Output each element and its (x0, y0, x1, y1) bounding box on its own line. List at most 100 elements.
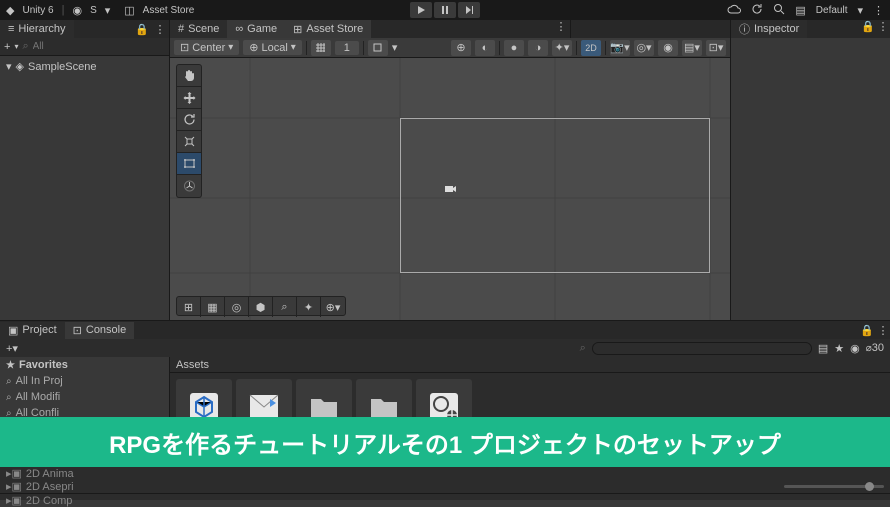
kebab-icon[interactable]: ⋮ (873, 4, 884, 17)
tab-project[interactable]: ▣ Project (0, 322, 65, 339)
snap-toggle[interactable] (368, 40, 388, 56)
layout-dropdown[interactable]: Default (816, 5, 848, 16)
space-dropdown[interactable]: ⊕Local▾ (243, 40, 302, 55)
folder-item[interactable]: 2D Anima (26, 468, 74, 480)
rotate-tool[interactable] (177, 109, 201, 131)
audio-toggle[interactable]: ◑ (528, 40, 548, 56)
project-search-input[interactable] (592, 342, 812, 355)
overlay-btn-4[interactable]: ⬢ (249, 297, 273, 317)
divider: | (62, 4, 65, 16)
overlay-btn-7[interactable]: ⊕▾ (321, 297, 345, 317)
draw-mode[interactable]: ⊕ (451, 40, 471, 56)
overlay-btn-3[interactable]: ◎ (225, 297, 249, 317)
folder-icon: ▣ (8, 324, 18, 337)
folder-icon: ▸▣ (6, 480, 22, 493)
fav-item[interactable]: ⌕ All Modifi (0, 389, 169, 405)
tab-label: Asset Store (306, 23, 363, 35)
hierarchy-icon: ≡ (8, 23, 14, 35)
kebab-icon[interactable]: ⋮ (876, 324, 890, 337)
chevron-down-icon: ▾ (14, 42, 18, 51)
tab-label: Console (86, 324, 126, 336)
foldout-icon[interactable]: ▾ (6, 60, 12, 73)
hierarchy-label: Hierarchy (18, 23, 65, 35)
account-icon[interactable]: ◉ (72, 4, 82, 17)
search-icon: ⌕ (22, 40, 28, 53)
footer-strip: ▸▣2D Anima ▸▣2D Asepri ▸▣2D Comp (0, 467, 890, 500)
fx-toggle[interactable]: ✦▾ (552, 40, 572, 56)
plus-icon[interactable]: + (4, 41, 10, 53)
tab-scene[interactable]: # Scene (170, 20, 227, 38)
pivot-icon: ⊡ (180, 41, 189, 54)
camera-icon[interactable]: 📷▾ (610, 40, 630, 56)
folder-item[interactable]: 2D Comp (26, 495, 72, 507)
kebab-icon[interactable]: ⋮ (876, 20, 890, 38)
camera-gizmo-icon[interactable] (443, 182, 457, 196)
tab-label: Project (22, 324, 56, 336)
folder-icon: ▸▣ (6, 494, 22, 507)
overlay-btn-1[interactable]: ⊞ (177, 297, 201, 317)
unity-scene-icon: ◈ (16, 60, 24, 73)
asset-size-slider[interactable] (784, 485, 884, 488)
grid-value[interactable]: 1 (335, 41, 359, 55)
tab-asset-store[interactable]: ⊞Asset Store (285, 20, 371, 38)
hierarchy-panel: ≡ Hierarchy 🔒 ⋮ + ▾ ⌕ ▾ ◈ SampleScene (0, 20, 170, 320)
favorites-header[interactable]: ★ Favorites (0, 357, 169, 373)
pause-button[interactable] (434, 2, 456, 18)
favorite-icon[interactable]: ★ (834, 342, 844, 355)
layers-icon[interactable]: ▤▾ (682, 40, 702, 56)
overlay-btn-2[interactable]: ▦ (201, 297, 225, 317)
search-icon[interactable] (773, 3, 785, 18)
fav-item[interactable]: ⌕ All In Proj (0, 373, 169, 389)
folder-icon: ▸▣ (6, 467, 22, 480)
hidden-icon[interactable]: ◉ (850, 342, 860, 355)
tool-palette (176, 64, 202, 198)
visibility-icon[interactable]: ◉ (658, 40, 678, 56)
grid-toggle[interactable] (311, 40, 331, 56)
overlay-toolbar: ⊞ ▦ ◎ ⬢ ⌕ ✦ ⊕▾ (176, 296, 346, 316)
overlay-btn-6[interactable]: ✦ (297, 297, 321, 317)
account-dropdown[interactable]: S (90, 5, 97, 16)
hierarchy-search[interactable]: + ▾ ⌕ (0, 38, 169, 56)
game-icon: ∞ (235, 23, 243, 35)
lock-icon[interactable]: 🔒 (858, 324, 876, 337)
play-button[interactable] (410, 2, 432, 18)
scene-root-item[interactable]: ▾ ◈ SampleScene (0, 58, 169, 75)
scale-tool[interactable] (177, 131, 201, 153)
layers-icon[interactable]: ▤ (795, 4, 805, 17)
gizmo-toggle[interactable]: ◎▾ (634, 40, 654, 56)
pivot-dropdown[interactable]: ⊡Center▾ (174, 40, 239, 55)
refresh-icon[interactable] (751, 3, 763, 18)
transform-tool[interactable] (177, 175, 201, 197)
gizmos-dropdown[interactable]: ⊡▾ (706, 40, 726, 56)
filter-icon[interactable]: ▤ (818, 342, 828, 355)
kebab-icon[interactable]: ⋮ (552, 20, 570, 38)
step-button[interactable] (458, 2, 480, 18)
move-tool[interactable] (177, 87, 201, 109)
cloud-icon[interactable] (727, 4, 741, 17)
cart-icon[interactable]: ◫ (124, 4, 134, 17)
shading-mode[interactable]: ◐ (475, 40, 495, 56)
project-toolbar: +▾ ⌕ ▤ ★ ◉ ⌀30 (0, 339, 890, 357)
scene-icon: # (178, 23, 184, 35)
search-input[interactable] (33, 41, 165, 52)
plus-icon[interactable]: +▾ (6, 342, 18, 355)
kebab-icon[interactable]: ⋮ (151, 20, 169, 38)
scene-viewport[interactable]: ⊞ ▦ ◎ ⬢ ⌕ ✦ ⊕▾ (170, 58, 730, 320)
tab-game[interactable]: ∞Game (227, 20, 285, 38)
console-icon: ⊡ (73, 324, 82, 337)
2d-toggle[interactable]: 2D (581, 40, 601, 56)
lock-icon[interactable]: 🔒 (133, 20, 151, 38)
inspector-tab[interactable]: ⓘ Inspector (731, 20, 807, 38)
lock-icon[interactable]: 🔒 (860, 20, 876, 38)
breadcrumb[interactable]: Assets (170, 357, 890, 373)
asset-store-link[interactable]: Asset Store (143, 5, 195, 16)
tab-label: Scene (188, 23, 219, 35)
rect-tool[interactable] (177, 153, 201, 175)
hand-tool[interactable] (177, 65, 201, 87)
light-toggle[interactable]: ● (504, 40, 524, 56)
hierarchy-tab[interactable]: ≡ Hierarchy (0, 20, 74, 38)
search-icon[interactable]: ⌕ (580, 342, 586, 355)
folder-item[interactable]: 2D Asepri (26, 481, 74, 493)
overlay-btn-5[interactable]: ⌕ (273, 297, 297, 317)
tab-console[interactable]: ⊡ Console (65, 322, 135, 339)
